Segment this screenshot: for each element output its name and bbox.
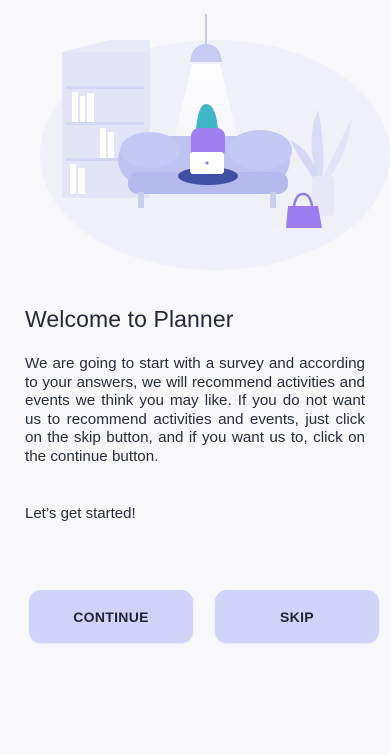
intro-description: We are going to start with a survey and … — [25, 355, 365, 465]
person-on-couch-with-laptop-illustration — [40, 14, 390, 270]
get-started-text: Let’s get started! — [25, 505, 136, 522]
skip-button[interactable]: SKIP — [215, 590, 379, 643]
welcome-illustration — [0, 0, 390, 275]
page-title: Welcome to Planner — [25, 306, 234, 332]
continue-button[interactable]: CONTINUE — [29, 590, 193, 643]
